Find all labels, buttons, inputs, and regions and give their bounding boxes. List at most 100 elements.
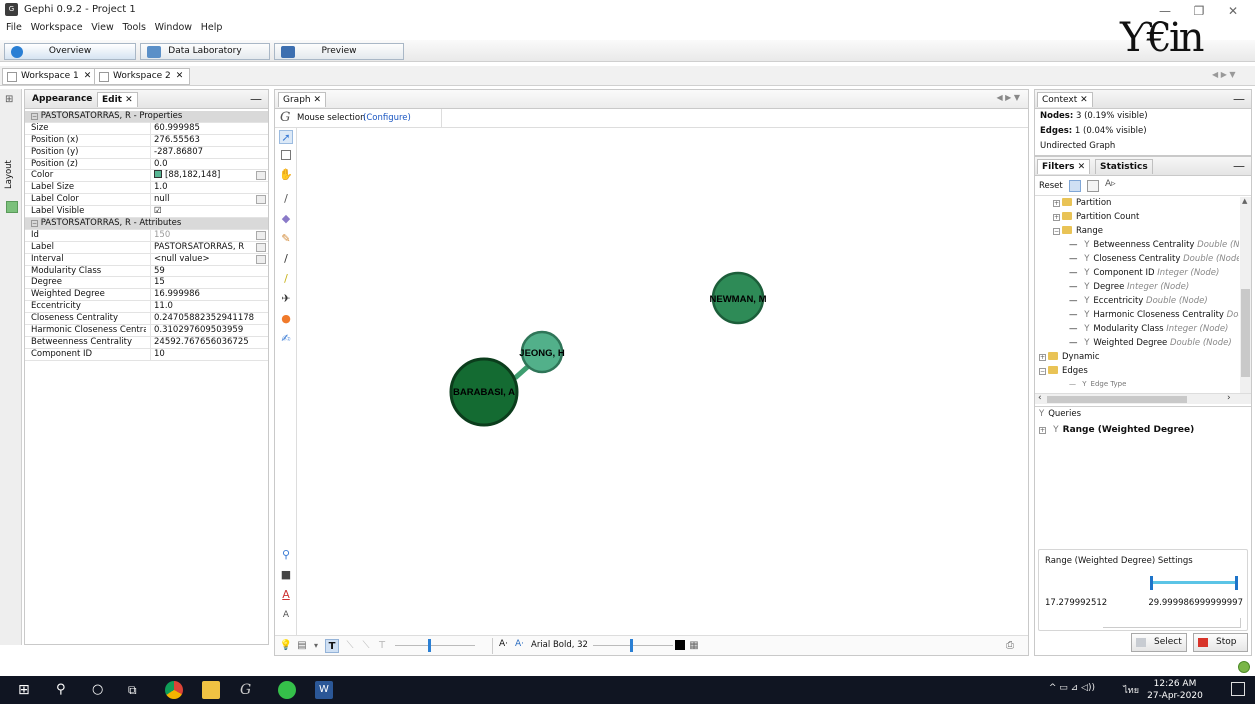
color-edit-button[interactable] xyxy=(256,171,266,181)
font-size-decrease[interactable]: A· xyxy=(515,639,524,649)
range-max-value[interactable]: 29.999986999999997 xyxy=(1148,598,1243,608)
tree-item-degree[interactable]: — Y Degree Integer (Node) xyxy=(1069,282,1189,292)
text-size-icon[interactable]: T xyxy=(375,639,389,653)
attribute-value[interactable]: PASTORSATORRAS, R xyxy=(150,241,260,254)
edit-node-icon[interactable]: ✍ xyxy=(279,332,293,346)
workspace-2-tab[interactable]: Workspace 2 ✕ xyxy=(94,68,191,85)
close-icon[interactable]: ✕ xyxy=(125,95,133,105)
label-visible-checkbox[interactable]: ☑ xyxy=(150,206,260,218)
graph-canvas[interactable]: NEWMAN, M JEONG, H BARABASI, A xyxy=(297,128,1028,638)
close-icon[interactable]: ✕ xyxy=(1080,95,1088,105)
splitter[interactable] xyxy=(1035,406,1251,407)
attribute-value[interactable]: 10 xyxy=(150,348,260,361)
close-button[interactable]: ✕ xyxy=(1218,4,1248,20)
menu-help[interactable]: Help xyxy=(201,22,223,33)
stop-button[interactable]: Stop xyxy=(1193,633,1248,652)
close-icon[interactable]: ✕ xyxy=(176,71,184,81)
rectangle-select-icon[interactable] xyxy=(281,150,291,160)
filter-library-icon[interactable] xyxy=(1069,180,1081,192)
scroll-up-icon[interactable]: ▲ xyxy=(1242,197,1247,205)
tree-item-dynamic[interactable]: + Dynamic xyxy=(1039,352,1100,362)
scroll-left-icon[interactable]: ‹ xyxy=(1038,393,1042,403)
range-min-value[interactable]: 17.279992512 xyxy=(1045,598,1107,608)
font-size-slider-thumb[interactable] xyxy=(630,639,633,652)
tab-filters[interactable]: Filters ✕ xyxy=(1037,159,1091,174)
select-arrow-icon[interactable]: ➚ xyxy=(279,130,293,144)
workspace-1-tab[interactable]: Workspace 1 ✕ xyxy=(2,68,99,85)
query-range-weighted-degree[interactable]: + Y Range (Weighted Degree) xyxy=(1039,425,1194,435)
mouse-selection-icon[interactable]: G xyxy=(280,110,290,125)
layout-tab[interactable]: Layout xyxy=(4,149,14,189)
dropdown-arrow-icon[interactable]: ▾ xyxy=(309,639,323,653)
tab-appearance[interactable]: Appearance xyxy=(28,92,96,107)
font-size-slider[interactable] xyxy=(593,645,673,646)
tree-item-harmonic-closeness[interactable]: — YHarmonic Closeness Centrality Dou xyxy=(1069,310,1239,320)
label-size-slider[interactable] xyxy=(395,645,475,646)
tree-vertical-scrollbar[interactable]: ▲ xyxy=(1240,197,1251,393)
font-selector[interactable]: Arial Bold, 32 xyxy=(531,640,588,650)
label-size-slider-thumb[interactable] xyxy=(428,639,431,652)
label-color-edit-button[interactable] xyxy=(256,195,266,205)
status-globe-icon[interactable] xyxy=(1238,661,1250,673)
tree-item-weighted-degree[interactable]: — Y Weighted Degree Double (Node) xyxy=(1069,338,1232,348)
brush-icon[interactable]: ✎ xyxy=(279,232,293,246)
shortest-path-icon[interactable]: ● xyxy=(279,312,293,326)
edge-pencil-icon[interactable]: / xyxy=(279,252,293,266)
attribute-value[interactable]: 11.0 xyxy=(150,301,260,313)
clock-date[interactable]: 27-Apr-2020 xyxy=(1145,691,1205,701)
export-icon[interactable] xyxy=(1087,180,1099,192)
minimize-icon[interactable]: — xyxy=(1233,159,1245,173)
tree-item-eccentricity[interactable]: — Y Eccentricity Double (Node) xyxy=(1069,296,1208,306)
attribute-value[interactable]: 0.24705882352941178 xyxy=(150,313,260,325)
zoom-icon[interactable]: ⚲ xyxy=(279,548,293,562)
menu-window[interactable]: Window xyxy=(155,22,192,33)
show-labels-icon[interactable]: T xyxy=(325,639,339,653)
pin-icon[interactable]: ⊞ xyxy=(5,94,13,105)
color-value[interactable]: [88,182,148] xyxy=(150,170,260,182)
minimize-icon[interactable]: — xyxy=(250,92,262,106)
property-value[interactable]: null xyxy=(150,194,260,206)
tray-icons[interactable]: ^ ▭ ⊿ ◁)) xyxy=(1049,683,1095,693)
configure-link[interactable]: (Configure) xyxy=(363,113,411,123)
diamond-icon[interactable]: ◆ xyxy=(279,212,293,226)
pencil-icon[interactable]: / xyxy=(279,192,293,206)
minimize-icon[interactable]: — xyxy=(1233,92,1245,106)
property-value[interactable]: 60.999985 xyxy=(150,122,260,135)
background-color-icon[interactable]: ■ xyxy=(279,568,293,582)
drag-icon[interactable]: ✋ xyxy=(279,168,293,182)
label-color-swatch[interactable] xyxy=(675,640,685,650)
range-slider[interactable] xyxy=(1039,576,1241,590)
property-value[interactable]: -287.86807 xyxy=(150,146,260,159)
attribute-value[interactable]: 24592.767656036725 xyxy=(150,336,260,349)
queries-root[interactable]: Y Queries xyxy=(1039,409,1081,419)
select-button[interactable]: Select xyxy=(1131,633,1187,652)
chrome-icon[interactable] xyxy=(165,681,183,699)
menu-workspace[interactable]: Workspace xyxy=(31,22,83,33)
windows-start-icon[interactable]: ⊞ xyxy=(18,681,36,699)
font-color-icon[interactable]: A xyxy=(279,588,293,602)
property-value[interactable]: 0.0 xyxy=(150,158,260,171)
language-indicator[interactable]: ไทย xyxy=(1123,683,1139,697)
tab-graph[interactable]: Graph ✕ xyxy=(278,92,327,107)
file-explorer-icon[interactable] xyxy=(202,681,220,699)
edit-button[interactable] xyxy=(256,242,266,252)
graph-nav-arrows[interactable]: ◀ ▶ ▼ xyxy=(996,93,1020,102)
screenshot-icon[interactable]: ▤ xyxy=(295,639,309,653)
close-icon[interactable]: ✕ xyxy=(1078,162,1086,172)
resize-handle[interactable] xyxy=(1103,618,1241,628)
node-newman[interactable]: NEWMAN, M xyxy=(710,271,767,325)
menu-file[interactable]: File xyxy=(6,22,22,33)
tree-item-partition-count[interactable]: + Partition Count xyxy=(1053,212,1139,222)
preview-button[interactable]: Preview xyxy=(274,43,404,60)
tree-item-range[interactable]: − Range xyxy=(1053,226,1103,236)
tree-item-partition[interactable]: + Partition xyxy=(1053,198,1111,208)
attribute-value[interactable]: 59 xyxy=(150,265,260,278)
attribute-value[interactable]: 0.310297609503959 xyxy=(150,325,260,337)
node-barabasi[interactable]: BARABASI, A xyxy=(449,357,519,427)
color-swatch[interactable] xyxy=(154,170,162,179)
tree-item-closeness[interactable]: — Y Closeness Centrality Double (Node, xyxy=(1069,254,1239,264)
data-laboratory-button[interactable]: Data Laboratory xyxy=(140,43,270,60)
tree-item-edges[interactable]: − Edges xyxy=(1039,366,1088,376)
plane-icon[interactable]: ✈ xyxy=(279,292,293,306)
edit-button[interactable] xyxy=(256,254,266,264)
